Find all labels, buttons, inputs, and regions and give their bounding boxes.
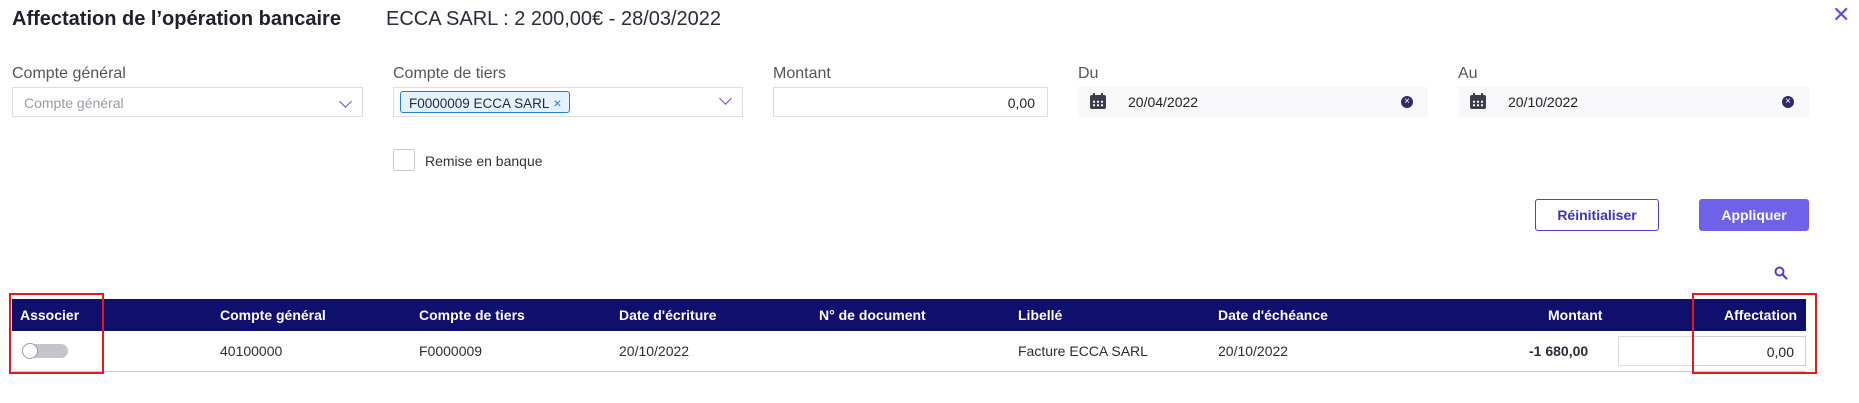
montant-input[interactable]: 0,00 [773, 87, 1048, 117]
compte-general-label: Compte général [12, 65, 126, 82]
remise-en-banque-checkbox[interactable] [393, 149, 415, 171]
chevron-down-icon [719, 92, 732, 105]
calendar-icon[interactable] [1090, 93, 1106, 109]
clear-date-icon[interactable]: × [1401, 96, 1413, 108]
cell-date-ecriture: 20/10/2022 [619, 343, 690, 359]
table-row: 40100000 F0000009 20/10/2022 Facture ECC… [12, 331, 1806, 372]
selected-tiers-tag-label: F0000009 ECCA SARL [409, 96, 550, 111]
column-compte-tiers: Compte de tiers [419, 307, 525, 323]
column-compte-general: Compte général [220, 307, 326, 323]
column-date-ecriture: Date d'écriture [619, 307, 717, 323]
du-date-field[interactable]: 20/04/2022 × [1078, 87, 1428, 117]
au-label: Au [1458, 65, 1478, 82]
au-date-field[interactable]: 20/10/2022 × [1458, 87, 1809, 117]
du-date-value: 20/04/2022 [1128, 94, 1199, 110]
au-date-value: 20/10/2022 [1508, 94, 1579, 110]
clear-date-icon[interactable]: × [1782, 96, 1794, 108]
highlight-associer-column [9, 293, 104, 374]
cell-compte-general: 40100000 [220, 343, 283, 359]
remise-en-banque-label: Remise en banque [425, 153, 543, 169]
compte-tiers-select[interactable]: F0000009 ECCA SARL × [393, 87, 743, 117]
highlight-affectation-column [1692, 293, 1817, 374]
table-header: Associer Compte général Compte de tiers … [12, 299, 1806, 331]
operation-summary: ECCA SARL : 2 200,00€ - 28/03/2022 [386, 8, 722, 30]
selected-tiers-tag: F0000009 ECCA SARL × [400, 91, 570, 113]
dialog-title: Affectation de l’opération bancaire [12, 8, 341, 30]
search-icon[interactable] [1774, 266, 1788, 280]
chevron-down-icon [339, 95, 352, 108]
column-numero-document: N° de document [819, 307, 926, 323]
montant-label: Montant [773, 65, 831, 82]
reset-button[interactable]: Réinitialiser [1535, 199, 1659, 231]
apply-button[interactable]: Appliquer [1699, 199, 1809, 231]
column-date-echeance: Date d'échéance [1218, 307, 1328, 323]
calendar-icon[interactable] [1470, 93, 1486, 109]
column-libelle: Libellé [1018, 307, 1063, 323]
close-icon[interactable]: ✕ [1832, 4, 1850, 26]
compte-tiers-label: Compte de tiers [393, 65, 506, 82]
cell-libelle: Facture ECCA SARL [1018, 343, 1148, 359]
row-extra-input[interactable] [1618, 336, 1692, 366]
du-label: Du [1078, 65, 1099, 82]
cell-montant: -1 680,00 [1529, 343, 1589, 359]
montant-value: 0,00 [1007, 95, 1035, 111]
column-montant: Montant [1548, 307, 1603, 323]
cell-date-echeance: 20/10/2022 [1218, 343, 1289, 359]
cell-compte-tiers: F0000009 [419, 343, 483, 359]
compte-general-select[interactable]: Compte général [12, 87, 363, 117]
tag-remove-icon[interactable]: × [553, 95, 561, 111]
compte-general-placeholder: Compte général [24, 95, 124, 111]
